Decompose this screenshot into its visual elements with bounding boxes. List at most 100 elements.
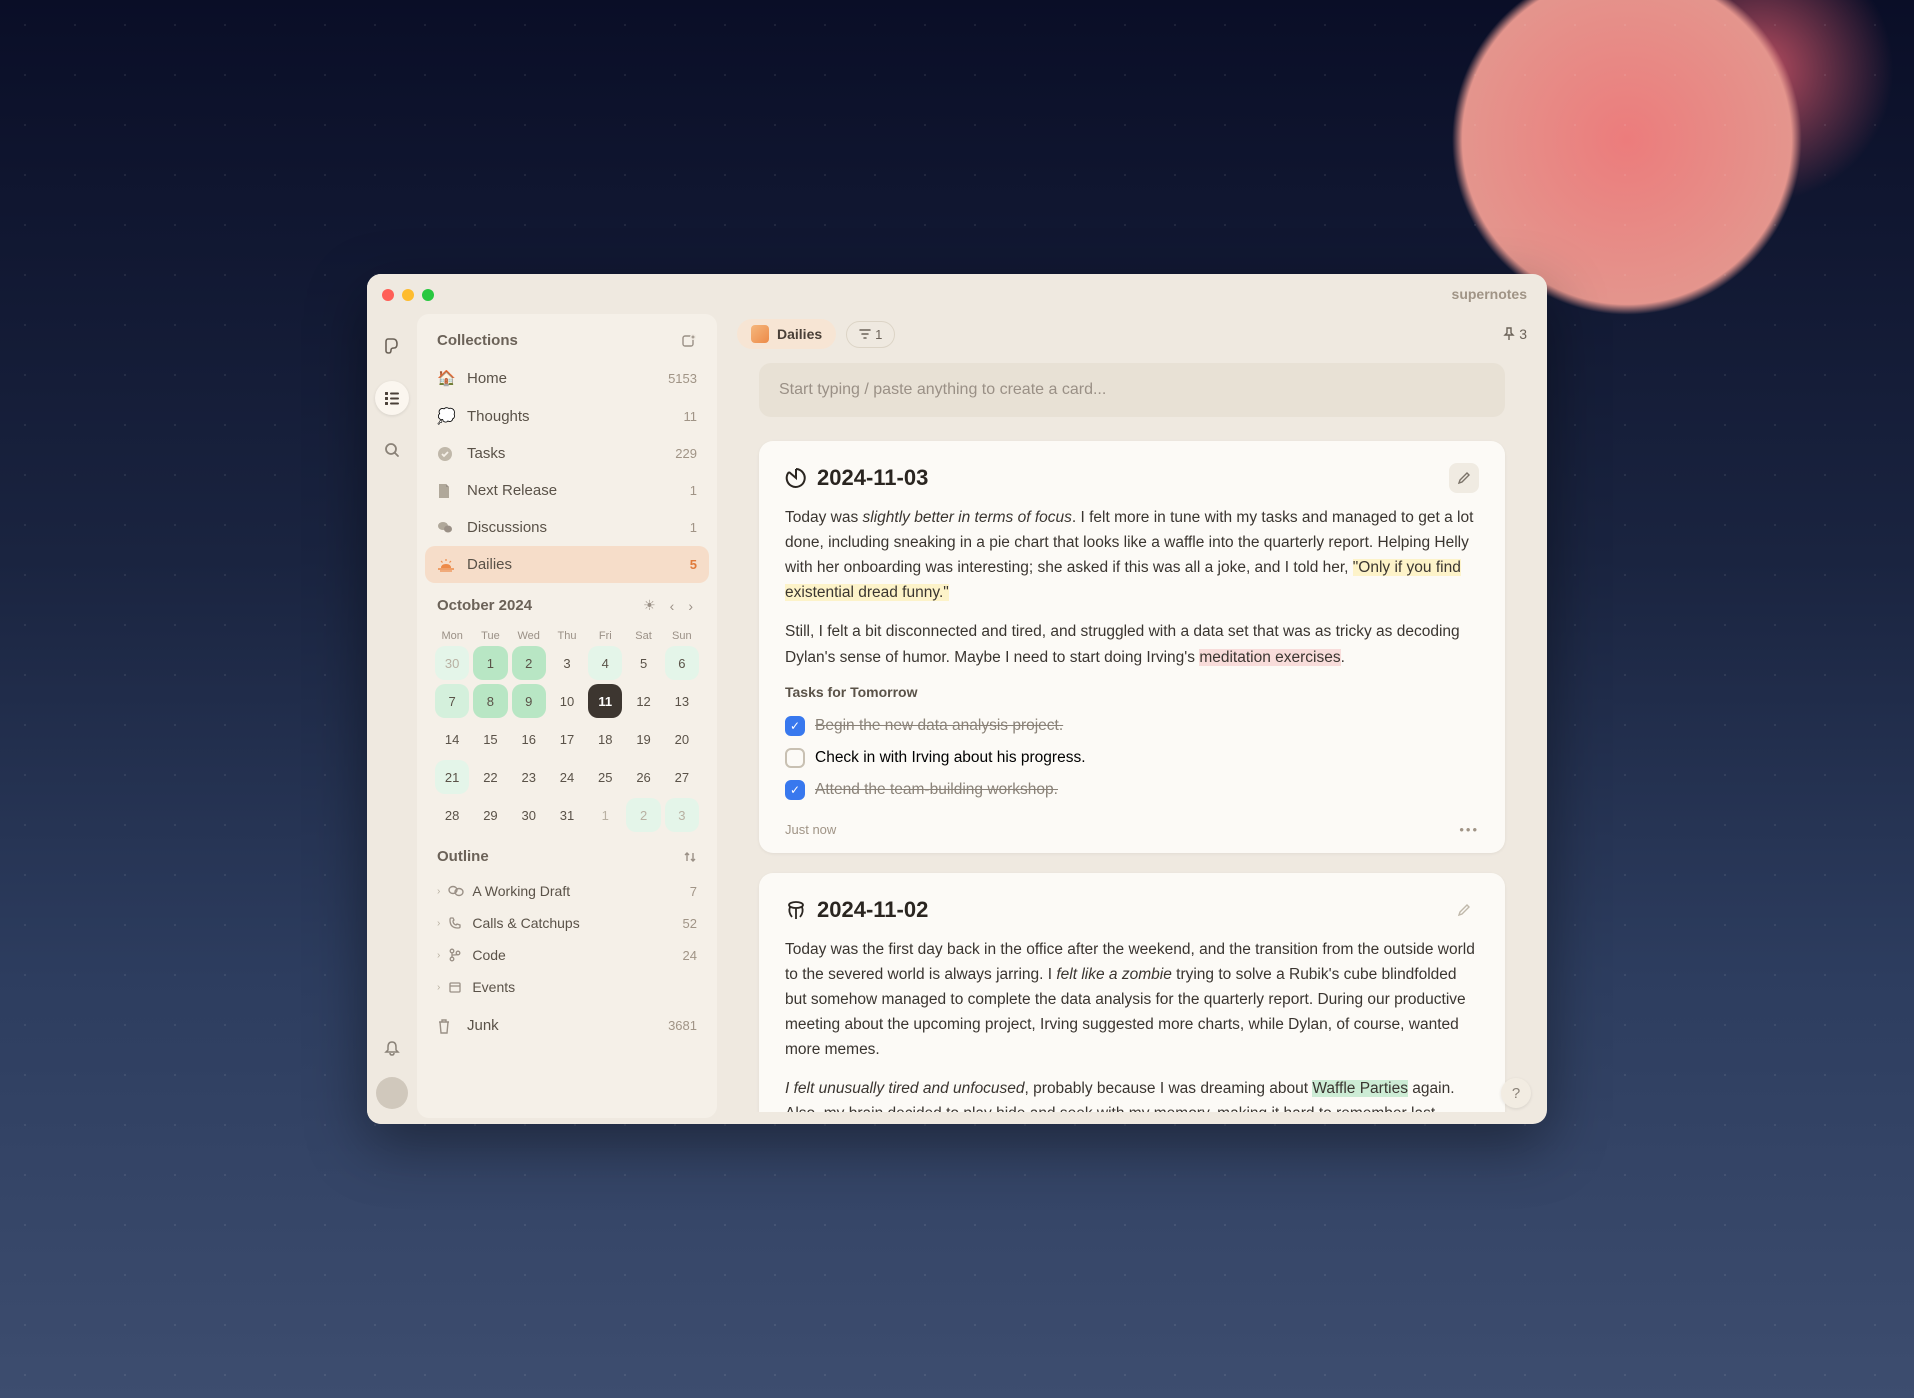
calendar-day[interactable]: 19 xyxy=(626,722,660,756)
calendar-day[interactable]: 23 xyxy=(512,760,546,794)
calendar-day[interactable]: 29 xyxy=(473,798,507,832)
calendar-day[interactable]: 31 xyxy=(550,798,584,832)
app-logo-icon[interactable] xyxy=(375,329,409,363)
filter-icon xyxy=(859,329,871,339)
sidebar-item-next-release[interactable]: Next Release 1 xyxy=(425,472,709,509)
calendar-dow: Mon xyxy=(435,626,469,646)
sidebar-item-home[interactable]: 🏠 Home 5153 xyxy=(425,359,709,397)
calendar-day[interactable]: 17 xyxy=(550,722,584,756)
main-content: Dailies 1 3 Start typing / paste anythin… xyxy=(717,274,1547,1124)
calendar-day[interactable]: 2 xyxy=(626,798,660,832)
outline-item[interactable]: ›Events xyxy=(425,971,709,1003)
calendar-day[interactable]: 22 xyxy=(473,760,507,794)
create-card-input[interactable]: Start typing / paste anything to create … xyxy=(759,363,1505,417)
task-checkbox[interactable]: ✓ xyxy=(785,716,805,736)
calendar-day[interactable]: 1 xyxy=(588,798,622,832)
calendar-day[interactable]: 27 xyxy=(665,760,699,794)
calendar-day[interactable]: 14 xyxy=(435,722,469,756)
task-text: Begin the new data analysis project. xyxy=(815,717,1063,735)
calendar-day[interactable]: 6 xyxy=(665,646,699,680)
highlight-green: Waffle Parties xyxy=(1312,1080,1408,1097)
task-item: ✓ Begin the new data analysis project. xyxy=(785,710,1479,742)
card-paragraph: I felt unusually tired and unfocused, pr… xyxy=(785,1076,1479,1112)
calendar-day[interactable]: 5 xyxy=(626,646,660,680)
outline-item[interactable]: ›Calls & Catchups52 xyxy=(425,907,709,939)
calendar-prev-button[interactable]: ‹ xyxy=(666,596,679,616)
calendar-day[interactable]: 30 xyxy=(435,646,469,680)
edit-card-button[interactable] xyxy=(1449,463,1479,493)
outline-sort-button[interactable] xyxy=(683,850,697,864)
calendar-day[interactable]: 21 xyxy=(435,760,469,794)
sidebar-item-label: Discussions xyxy=(467,519,547,536)
outline-item[interactable]: ›A Working Draft7 xyxy=(425,875,709,907)
calendar-day[interactable]: 28 xyxy=(435,798,469,832)
filter-chip[interactable]: 1 xyxy=(846,321,895,348)
outline-item-count: 52 xyxy=(683,916,697,931)
calendar-dow: Thu xyxy=(550,626,584,646)
card-paragraph: Today was slightly better in terms of fo… xyxy=(785,505,1479,605)
sidebar-item-junk[interactable]: Junk 3681 xyxy=(425,1007,709,1044)
calendar-day[interactable]: 3 xyxy=(550,646,584,680)
calendar-day[interactable]: 1 xyxy=(473,646,507,680)
sidebar-item-label: Dailies xyxy=(467,556,512,573)
calendar-day[interactable]: 16 xyxy=(512,722,546,756)
calendar-widget: October 2024 ☀ ‹ › MonTueWedThuFriSatSun… xyxy=(425,583,709,840)
minimize-window-button[interactable] xyxy=(402,289,414,301)
edit-card-button[interactable] xyxy=(1449,895,1479,925)
calendar-day[interactable]: 26 xyxy=(626,760,660,794)
chevron-right-icon: › xyxy=(437,982,440,993)
calendar-day[interactable]: 3 xyxy=(665,798,699,832)
task-checkbox[interactable] xyxy=(785,748,805,768)
calendar-day[interactable]: 9 xyxy=(512,684,546,718)
calendar-day[interactable]: 12 xyxy=(626,684,660,718)
filter-count: 1 xyxy=(875,327,882,342)
calendar-day[interactable]: 8 xyxy=(473,684,507,718)
calendar-day[interactable]: 4 xyxy=(588,646,622,680)
outline-title: Outline xyxy=(437,848,489,865)
collections-view-button[interactable] xyxy=(375,381,409,415)
calendar-day[interactable]: 30 xyxy=(512,798,546,832)
sidebar-item-label: Junk xyxy=(467,1017,499,1034)
sidebar-item-count: 3681 xyxy=(668,1018,697,1033)
calendar-day[interactable]: 2 xyxy=(512,646,546,680)
calendar-day[interactable]: 13 xyxy=(665,684,699,718)
outline-item-label: Calls & Catchups xyxy=(472,915,579,931)
notifications-button[interactable] xyxy=(375,1031,409,1065)
close-window-button[interactable] xyxy=(382,289,394,301)
document-icon xyxy=(437,483,455,499)
calendar-day[interactable]: 24 xyxy=(550,760,584,794)
sidebar-item-dailies[interactable]: Dailies 5 xyxy=(425,546,709,583)
collection-chip[interactable]: Dailies xyxy=(737,319,836,349)
calendar-day[interactable]: 25 xyxy=(588,760,622,794)
search-button[interactable] xyxy=(375,433,409,467)
sidebar-item-count: 1 xyxy=(690,520,697,535)
sidebar-item-discussions[interactable]: Discussions 1 xyxy=(425,509,709,546)
draft-icon xyxy=(448,884,464,898)
card-timestamp: Just now xyxy=(785,822,836,837)
card-menu-button[interactable]: ••• xyxy=(1459,822,1479,837)
calendar-day[interactable]: 20 xyxy=(665,722,699,756)
calendar-next-button[interactable]: › xyxy=(684,596,697,616)
phone-icon xyxy=(448,916,464,930)
card-title: 2024-11-03 xyxy=(817,465,928,491)
user-avatar[interactable] xyxy=(376,1077,408,1109)
calendar-day[interactable]: 18 xyxy=(588,722,622,756)
highlight-pink: meditation exercises xyxy=(1199,649,1340,666)
calendar-day[interactable]: 10 xyxy=(550,684,584,718)
calendar-day[interactable]: 7 xyxy=(435,684,469,718)
sunrise-icon xyxy=(437,558,455,572)
help-button[interactable]: ? xyxy=(1501,1078,1531,1108)
calendar-theme-button[interactable]: ☀ xyxy=(639,595,660,616)
calendar-day[interactable]: 15 xyxy=(473,722,507,756)
task-checkbox[interactable]: ✓ xyxy=(785,780,805,800)
sidebar-item-thoughts[interactable]: 💭 Thoughts 11 xyxy=(425,397,709,435)
outline-item[interactable]: ›Code24 xyxy=(425,939,709,971)
sidebar-item-label: Thoughts xyxy=(467,408,530,425)
calendar-dow: Sat xyxy=(626,626,660,646)
maximize-window-button[interactable] xyxy=(422,289,434,301)
new-collection-button[interactable] xyxy=(681,333,697,349)
chat-icon xyxy=(437,521,455,535)
pinned-chip[interactable]: 3 xyxy=(1503,326,1527,342)
calendar-day[interactable]: 11 xyxy=(588,684,622,718)
sidebar-item-tasks[interactable]: Tasks 229 xyxy=(425,435,709,472)
